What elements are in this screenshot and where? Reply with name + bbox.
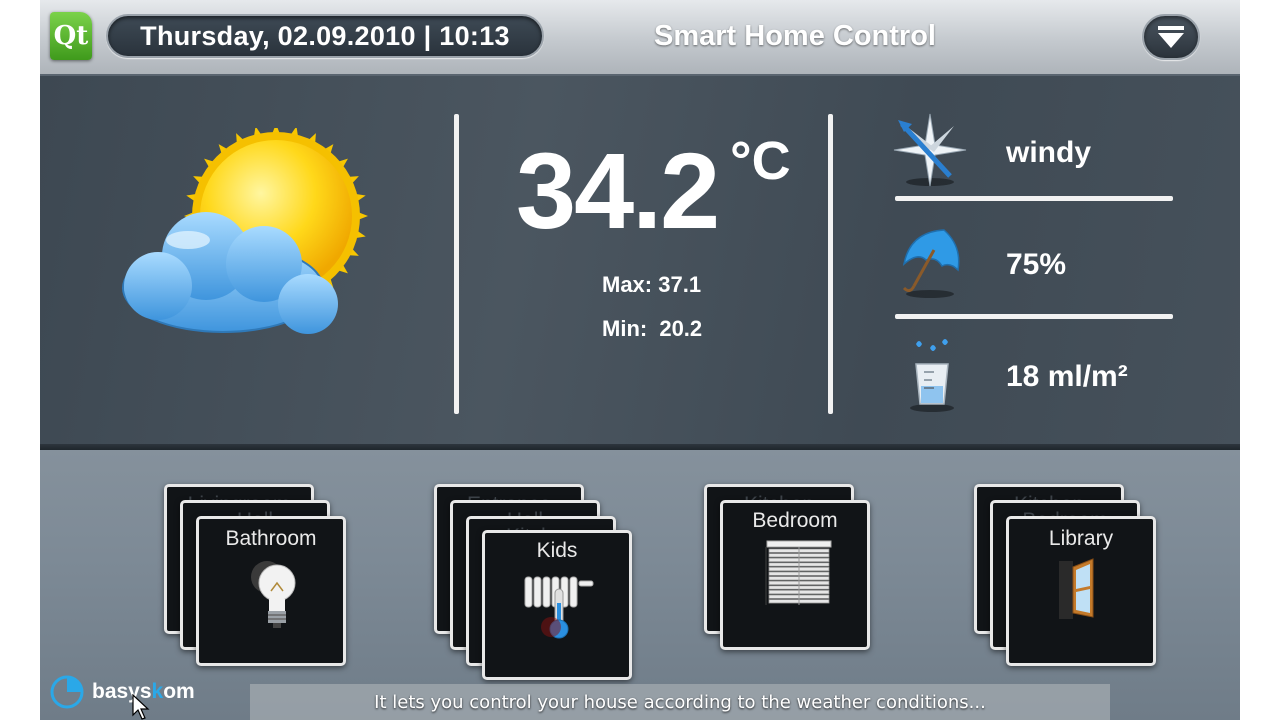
window-icon xyxy=(1059,558,1094,619)
brand-suffix: om xyxy=(163,680,195,703)
room-card-label: Kids xyxy=(536,539,578,562)
min-label: Min: xyxy=(602,316,648,341)
room-card-label: Bathroom xyxy=(225,527,317,550)
wind-label: windy xyxy=(1006,136,1092,169)
room-card-library[interactable]: Library xyxy=(1006,516,1156,666)
max-label: Max: xyxy=(602,272,653,297)
mouse-cursor-icon xyxy=(132,694,150,720)
qt-logo: Qt xyxy=(50,12,92,60)
min-value: 20.2 xyxy=(659,316,703,341)
rainfall-label: 18 ml/m² xyxy=(1006,360,1128,393)
room-card-bedroom[interactable]: Bedroom xyxy=(720,500,870,650)
subtitle-caption: It lets you control your house according… xyxy=(250,684,1110,720)
min-temperature: Min: 20.2 xyxy=(602,316,702,342)
blinds-icon xyxy=(765,540,832,605)
basyskom-logo: basyskom xyxy=(48,672,195,712)
max-value: 37.1 xyxy=(658,272,702,297)
rain-probability-label: 75% xyxy=(1006,248,1067,281)
divider-right xyxy=(828,114,833,414)
rooms-area: Livingroom Hall Bathroom Entrance Hall K… xyxy=(40,450,1240,720)
triangle-down-icon xyxy=(1158,26,1184,48)
datetime-text: Thursday, 02.09.2010 | 10:13 xyxy=(140,20,510,51)
divider-condition-1 xyxy=(895,196,1173,201)
max-temperature: Max: 37.1 xyxy=(602,272,701,298)
header-bar: Qt Thursday, 02.09.2010 | 10:13 Smart Ho… xyxy=(40,0,1240,76)
weather-panel: 34.2 °C Max: 37.1 Min: 20.2 windy 75% 18… xyxy=(40,76,1240,450)
wind-compass-icon xyxy=(893,113,967,187)
room-card-kids[interactable]: Kids xyxy=(482,530,632,680)
datetime-display: Thursday, 02.09.2010 | 10:13 xyxy=(106,14,544,58)
rain-gauge-icon xyxy=(910,339,954,412)
sun-cloud-icon xyxy=(122,128,368,334)
light-bulb-icon xyxy=(251,561,296,628)
room-card-label: Bedroom xyxy=(752,509,838,532)
menu-button[interactable] xyxy=(1142,14,1200,60)
subtitle-text: It lets you control your house according… xyxy=(374,691,986,713)
divider-condition-2 xyxy=(895,314,1173,319)
room-card-bathroom[interactable]: Bathroom xyxy=(196,516,346,666)
app-screen: Qt Thursday, 02.09.2010 | 10:13 Smart Ho… xyxy=(40,0,1240,720)
app-title: Smart Home Control xyxy=(654,20,936,52)
divider-left xyxy=(454,114,459,414)
temperature-value: 34.2 xyxy=(516,130,720,251)
room-card-label: Library xyxy=(1048,527,1114,550)
basyskom-logo-icon xyxy=(50,675,84,709)
qt-logo-text: Qt xyxy=(53,21,89,51)
brand-k: k xyxy=(151,680,164,703)
temperature-unit: °C xyxy=(730,131,791,191)
umbrella-icon xyxy=(902,229,960,298)
radiator-thermometer-icon xyxy=(524,576,594,639)
